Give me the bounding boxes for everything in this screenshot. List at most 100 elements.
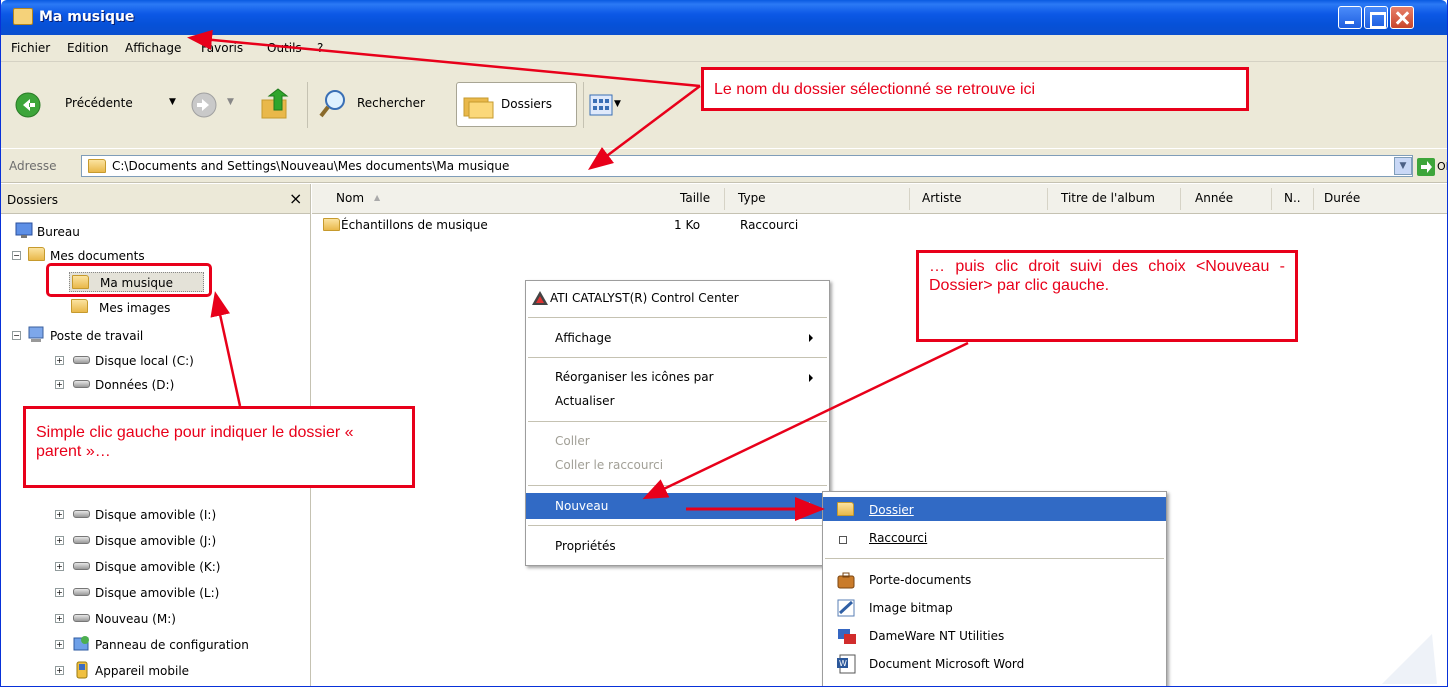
- menu-item-label: Document Microsoft Word: [869, 657, 1025, 671]
- column-separator[interactable]: [1180, 188, 1181, 210]
- menu-item-label: ATI CATALYST(R) Control Center: [550, 291, 739, 305]
- menu-edition[interactable]: Edition: [67, 41, 109, 55]
- column-separator[interactable]: [909, 188, 910, 210]
- close-pane-icon[interactable]: ×: [289, 189, 302, 208]
- menu-outils[interactable]: Outils: [267, 41, 302, 55]
- menu-separator: [528, 525, 827, 526]
- folder-music-icon: [13, 8, 33, 25]
- folders-toggle-label: Dossiers: [501, 97, 552, 111]
- menu-separator: [528, 357, 827, 358]
- submenu-item-image-bitmap[interactable]: Image bitmap: [823, 596, 1166, 620]
- expand-toggle[interactable]: +: [55, 510, 64, 519]
- column-header-row: Nom ▲ Taille Type Artiste Titre de l'alb…: [312, 184, 1447, 214]
- submenu-item-word[interactable]: W Document Microsoft Word: [823, 652, 1166, 676]
- title-bar[interactable]: Ma musique: [1, 0, 1447, 35]
- menu-item-reorganiser[interactable]: Réorganiser les icônes par: [526, 365, 829, 389]
- tree-item-label: Disque amovible (I:): [95, 508, 217, 522]
- column-header-artiste[interactable]: Artiste: [922, 191, 962, 205]
- column-header-numero[interactable]: N..: [1284, 191, 1301, 205]
- bitmap-image-icon: [837, 599, 855, 617]
- tree-item-bureau[interactable]: Bureau: [15, 222, 215, 240]
- column-header-taille[interactable]: Taille: [680, 191, 710, 205]
- column-header-duree[interactable]: Durée: [1324, 191, 1360, 205]
- folders-pane-title: Dossiers: [7, 193, 58, 207]
- close-button[interactable]: [1390, 6, 1414, 29]
- table-row[interactable]: Échantillons de musique 1 Ko Raccourci: [320, 216, 840, 236]
- expand-toggle[interactable]: +: [55, 356, 64, 365]
- go-button[interactable]: OK: [1417, 156, 1447, 178]
- forward-arrow-icon[interactable]: [191, 92, 217, 118]
- tree-item-donnees-d[interactable]: Données (D:): [73, 376, 273, 394]
- tree-item-disque-l[interactable]: Disque amovible (L:): [73, 584, 273, 602]
- tree-item-mes-images[interactable]: Mes images: [69, 298, 269, 316]
- column-separator[interactable]: [1313, 188, 1314, 210]
- column-separator[interactable]: [1271, 188, 1272, 210]
- shortcut-icon: [839, 536, 847, 544]
- menu-affichage[interactable]: Affichage: [125, 41, 181, 55]
- menu-favoris[interactable]: Favoris: [201, 41, 243, 55]
- tree-item-disque-c[interactable]: Disque local (C:): [73, 352, 273, 370]
- tree-item-poste-de-travail[interactable]: Poste de travail: [28, 326, 228, 344]
- tree-item-disque-j[interactable]: Disque amovible (J:): [73, 532, 273, 550]
- submenu-arrow-icon: [809, 334, 813, 342]
- search-button[interactable]: Rechercher: [317, 82, 449, 127]
- menu-fichier[interactable]: Fichier: [11, 41, 50, 55]
- menu-item-affichage[interactable]: Affichage: [526, 325, 829, 351]
- menu-item-label: Coller le raccourci: [555, 458, 664, 472]
- column-header-nom[interactable]: Nom: [336, 191, 364, 205]
- column-header-titre-album[interactable]: Titre de l'album: [1061, 191, 1155, 205]
- folders-toggle-button[interactable]: Dossiers: [456, 82, 577, 127]
- submenu-item-dossier[interactable]: Dossier: [823, 497, 1166, 521]
- address-dropdown-button[interactable]: ▼: [1394, 157, 1412, 175]
- documents-folder-icon: [28, 247, 45, 261]
- submenu-item-porte-documents[interactable]: Porte-documents: [823, 568, 1166, 592]
- menu-item-actualiser[interactable]: Actualiser: [526, 389, 829, 413]
- expand-toggle[interactable]: +: [55, 614, 64, 623]
- callout-text: Le nom du dossier sélectionné se retrouv…: [714, 81, 1036, 98]
- expand-toggle[interactable]: +: [55, 380, 64, 389]
- submenu-arrow-icon: [809, 502, 813, 510]
- menu-separator: [825, 558, 1164, 559]
- tree-item-disque-k[interactable]: Disque amovible (K:): [73, 558, 273, 576]
- chevron-down-icon[interactable]: ▼: [227, 97, 234, 107]
- column-header-annee[interactable]: Année: [1195, 191, 1233, 205]
- expand-toggle[interactable]: +: [55, 640, 64, 649]
- tree-item-ma-musique[interactable]: Ma musique: [69, 272, 204, 292]
- submenu-item-dameware[interactable]: DameWare NT Utilities: [823, 624, 1166, 648]
- hard-drive-icon: [73, 614, 90, 622]
- menu-item-label: Affichage: [555, 331, 612, 345]
- folder-up-icon[interactable]: [259, 88, 293, 120]
- submenu-item-raccourci[interactable]: Raccourci: [823, 526, 1166, 550]
- menu-item-proprietes[interactable]: Propriétés: [526, 533, 829, 559]
- tree-item-nouveau-m[interactable]: Nouveau (M:): [73, 610, 273, 628]
- views-button[interactable]: ▼: [589, 82, 637, 127]
- menu-item-ati-catalyst[interactable]: ATI CATALYST(R) Control Center: [526, 285, 829, 311]
- minimize-button[interactable]: [1338, 6, 1362, 29]
- collapse-toggle[interactable]: −: [12, 251, 21, 260]
- address-input[interactable]: C:\Documents and Settings\Nouveau\Mes do…: [81, 155, 1413, 177]
- maximize-button[interactable]: [1364, 6, 1388, 29]
- expand-toggle[interactable]: +: [55, 666, 64, 675]
- tree-item-appareil-mobile[interactable]: Appareil mobile: [73, 661, 273, 679]
- briefcase-icon: [837, 572, 855, 589]
- tree-item-label: Disque amovible (J:): [95, 534, 217, 548]
- tree-item-label: Poste de travail: [50, 329, 144, 343]
- expand-toggle[interactable]: +: [55, 588, 64, 597]
- callout-parent-note: Simple clic gauche pour indiquer le doss…: [23, 406, 415, 488]
- tree-item-disque-i[interactable]: Disque amovible (I:): [73, 506, 273, 524]
- tree-item-mes-documents[interactable]: Mes documents: [28, 246, 228, 264]
- views-grid-icon: [589, 94, 613, 116]
- expand-toggle[interactable]: +: [55, 562, 64, 571]
- menu-help[interactable]: ?: [317, 41, 323, 55]
- column-separator[interactable]: [1047, 188, 1048, 210]
- menu-bar: Fichier Edition Affichage Favoris Outils…: [1, 35, 1447, 90]
- address-bar: Adresse C:\Documents and Settings\Nouvea…: [1, 148, 1447, 183]
- expand-toggle[interactable]: +: [55, 536, 64, 545]
- back-button[interactable]: Précédente ▼: [9, 82, 184, 127]
- menu-item-nouveau[interactable]: Nouveau: [526, 493, 829, 519]
- collapse-toggle[interactable]: −: [12, 331, 21, 340]
- column-separator[interactable]: [724, 188, 725, 210]
- submenu-arrow-icon: [809, 374, 813, 382]
- column-header-type[interactable]: Type: [738, 191, 766, 205]
- tree-item-panneau-configuration[interactable]: Panneau de configuration: [73, 635, 303, 653]
